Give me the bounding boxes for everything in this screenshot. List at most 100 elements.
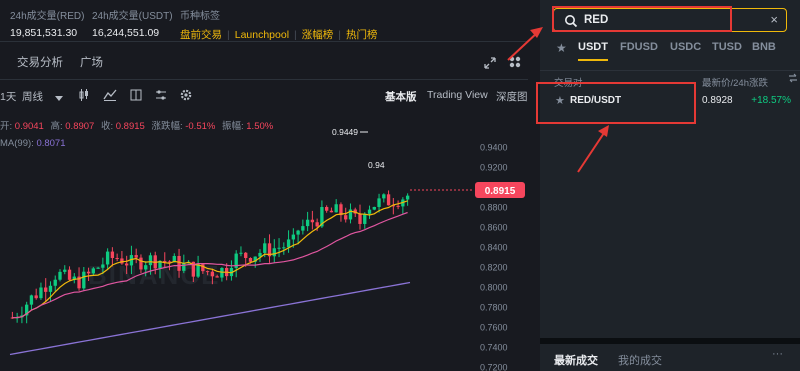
volume-red-value: 19,851,531.30 <box>10 27 78 39</box>
price-tick-label: 0.7600 <box>480 323 508 333</box>
volume-usdt-stat: 24h成交量(USDT) 16,244,551.09 <box>92 7 173 39</box>
clear-search-button[interactable]: × <box>770 12 778 28</box>
header-price-change[interactable]: 最新价/24h涨跌 <box>702 75 768 89</box>
market-list-panel: × ★ USDT FDUSD USDC TUSD BNB 交易对 最新价/24h… <box>540 0 800 338</box>
tab-tusd[interactable]: TUSD <box>712 41 742 53</box>
candle-body <box>377 198 381 207</box>
price-tick-label: 0.8000 <box>480 283 508 293</box>
candle-body <box>101 264 105 268</box>
swap-sort-icon[interactable] <box>788 73 798 86</box>
coin-tags-row: 盘前交易 | Launchpool | 涨幅榜 | 热门榜 <box>180 27 378 42</box>
tab-my-trades[interactable]: 我的成交 <box>618 352 662 368</box>
analysis-subnav: 交易分析 广场 <box>0 42 528 80</box>
interval-weekly[interactable]: 周线 <box>22 89 43 104</box>
expand-icon[interactable] <box>484 57 496 71</box>
indicator-icon[interactable] <box>103 89 117 103</box>
tab-usdt[interactable]: USDT <box>578 41 608 53</box>
candle-body <box>196 264 200 277</box>
candle-body <box>182 263 186 271</box>
candle-body <box>310 219 315 223</box>
candle-body <box>396 205 400 207</box>
tag-separator: | <box>338 29 342 41</box>
kline-chart[interactable]: 开: 0.9041 高: 0.8907 收: 0.8915 涨跌幅: -0.51… <box>0 110 528 371</box>
price-tick-label: 0.8200 <box>480 263 508 273</box>
price-tick-label: 0.8400 <box>480 243 508 253</box>
grid-icon[interactable] <box>509 56 521 70</box>
tag-gainers[interactable]: 涨幅榜 <box>302 29 334 41</box>
tab-latest-trades[interactable]: 最新成交 <box>554 352 598 368</box>
view-tradingview[interactable]: Trading View <box>427 89 488 101</box>
candle-body <box>120 258 124 264</box>
candle-body <box>115 257 119 259</box>
tag-launchpool[interactable]: Launchpool <box>235 29 289 41</box>
candle-body <box>29 295 34 305</box>
layout-icon[interactable] <box>130 89 142 103</box>
tab-fdusd[interactable]: FDUSD <box>620 41 658 53</box>
pair-change: +18.57% <box>751 95 791 106</box>
tag-premarket[interactable]: 盘前交易 <box>180 29 222 41</box>
settings-icon[interactable] <box>180 89 192 103</box>
candle-body <box>372 206 376 210</box>
candle-body <box>325 207 329 211</box>
candle-body <box>144 265 148 270</box>
tag-separator: | <box>227 29 230 41</box>
high-marker-text: 0.9449 <box>332 127 358 137</box>
candle-body <box>34 295 38 299</box>
candle-body <box>286 239 291 248</box>
candle-body <box>334 204 338 213</box>
more-options-icon[interactable]: ··· <box>772 348 783 360</box>
candle-body <box>296 230 300 235</box>
tab-bnb[interactable]: BNB <box>752 41 776 53</box>
volume-red-label: 24h成交量(RED) <box>10 11 85 22</box>
candle-body <box>39 287 43 299</box>
price-tick-label: 0.9200 <box>480 163 508 173</box>
candle-body <box>134 255 138 258</box>
candle-body <box>53 279 57 286</box>
candle-body <box>48 285 53 292</box>
partial-marker-text: 0.94 <box>368 160 385 170</box>
kline-canvas: BINANCE 0.94000.92000.90000.88000.86000.… <box>9 127 525 371</box>
caret-down-icon[interactable] <box>55 92 63 104</box>
annotation-box-pair <box>536 82 696 124</box>
view-depth[interactable]: 深度图 <box>496 89 528 104</box>
tag-separator: | <box>294 29 297 41</box>
candle-body <box>91 268 95 274</box>
candles-group <box>10 190 410 324</box>
candle-body <box>139 257 143 270</box>
candle-body <box>244 252 248 258</box>
candle-body <box>148 255 153 266</box>
candle-body <box>282 247 286 249</box>
tab-square[interactable]: 广场 <box>80 54 103 70</box>
candle-body <box>405 195 410 200</box>
volume-usdt-value: 16,244,551.09 <box>92 27 160 39</box>
candle-body <box>301 226 305 231</box>
tab-usdc[interactable]: USDC <box>670 41 701 53</box>
view-basic[interactable]: 基本版 <box>385 89 417 104</box>
candle-body <box>367 209 372 214</box>
tab-trade-analysis[interactable]: 交易分析 <box>17 54 63 70</box>
candle-body <box>58 271 62 280</box>
candle-body <box>177 255 181 271</box>
favorites-star-icon[interactable]: ★ <box>556 41 567 55</box>
candle-body <box>105 251 110 265</box>
candle-body <box>215 276 219 278</box>
interval-1d[interactable]: 1天 <box>0 89 16 104</box>
candle-body <box>315 222 319 227</box>
annotation-box-search <box>552 6 732 32</box>
coin-tags-stat: 币种标签 盘前交易 | Launchpool | 涨幅榜 | 热门榜 <box>180 7 378 42</box>
candle-body <box>263 243 267 253</box>
tag-hot[interactable]: 热门榜 <box>346 29 378 41</box>
candle-body <box>125 263 129 266</box>
quote-asset-tabs: ★ USDT FDUSD USDC TUSD BNB <box>540 38 800 61</box>
candle-body <box>277 247 281 249</box>
candle-body <box>291 234 295 240</box>
candle-body <box>363 213 367 224</box>
candle-type-icon[interactable] <box>78 89 90 103</box>
current-price-text: 0.8915 <box>485 186 516 197</box>
candle-body <box>44 287 48 292</box>
candle-body <box>272 248 276 257</box>
price-tick-label: 0.7400 <box>480 343 508 353</box>
trades-panel: 最新成交 我的成交 ··· <box>540 338 800 371</box>
candle-body <box>386 194 391 206</box>
sliders-icon[interactable] <box>155 89 167 103</box>
